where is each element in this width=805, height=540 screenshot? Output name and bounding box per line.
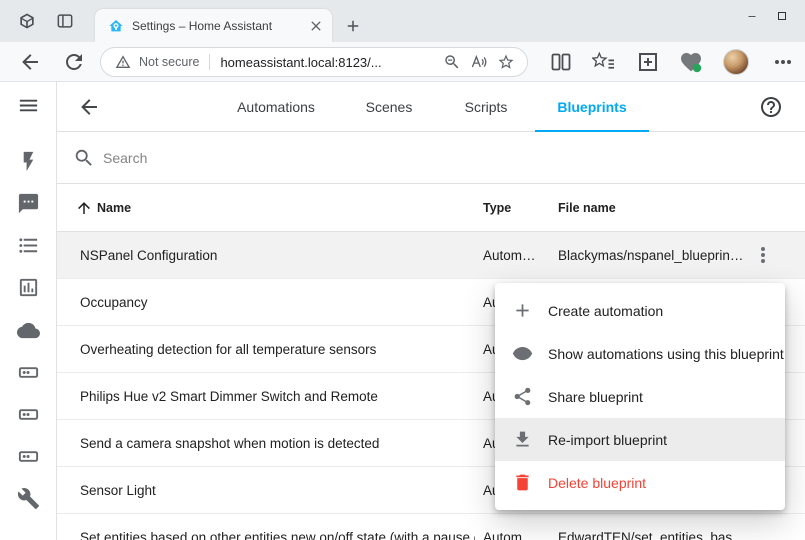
row-name: Set entities based on other entities new… <box>80 514 475 540</box>
not-secure-warning-icon <box>115 54 131 70</box>
browser-tab[interactable]: Settings – Home Assistant <box>95 9 332 42</box>
tab-actions-icon[interactable] <box>55 11 75 31</box>
security-label[interactable]: Not secure <box>139 55 199 69</box>
tab-scenes[interactable]: Scenes <box>366 82 413 132</box>
profile-avatar[interactable] <box>723 49 749 75</box>
menu-item-reimport-blueprint[interactable]: Re-import blueprint <box>495 418 785 461</box>
eye-icon <box>512 343 533 364</box>
tab-title: Settings – Home Assistant <box>132 19 308 33</box>
favorites-bar-icon[interactable] <box>592 50 616 74</box>
zoom-out-icon[interactable] <box>443 53 461 71</box>
menu-item-create-automation[interactable]: Create automation <box>495 289 785 332</box>
help-icon[interactable] <box>759 95 783 119</box>
ha-back-icon[interactable] <box>77 95 101 119</box>
menu-item-label: Re-import blueprint <box>548 432 667 448</box>
tab-close-icon[interactable] <box>308 18 324 34</box>
collections-icon[interactable] <box>636 50 660 74</box>
todo-list-icon[interactable] <box>17 234 40 257</box>
row-name: NSPanel Configuration <box>80 232 217 279</box>
search-input[interactable] <box>103 132 543 184</box>
addon-server-icon-3[interactable] <box>17 445 40 468</box>
address-bar[interactable]: Not secure homeassistant.local:8123/... <box>100 47 528 77</box>
tools-wrench-icon[interactable] <box>17 487 40 510</box>
menu-item-delete-blueprint[interactable]: Delete blueprint <box>495 461 785 504</box>
column-header-type[interactable]: Type <box>483 184 511 232</box>
back-icon[interactable] <box>18 50 42 74</box>
row-file: EdwardTEN/set_entities_bas… <box>558 514 746 540</box>
column-header-name[interactable]: Name <box>97 184 131 232</box>
row-overflow-menu-icon[interactable] <box>751 243 775 267</box>
home-assistant-favicon <box>108 18 124 34</box>
column-header-file[interactable]: File name <box>558 184 616 232</box>
row-type: Autom… <box>483 514 536 540</box>
row-name: Occupancy <box>80 279 148 326</box>
energy-icon[interactable] <box>17 150 40 173</box>
url-text[interactable]: homeassistant.local:8123/... <box>220 55 434 70</box>
workspaces-icon[interactable] <box>17 11 37 31</box>
import-icon <box>512 429 533 450</box>
row-name: Overheating detection for all temperatur… <box>80 326 376 373</box>
menu-item-label: Share blueprint <box>548 389 643 405</box>
search-icon <box>73 147 95 169</box>
screen: Settings – Home Assistant Not secure <box>0 0 805 540</box>
menu-item-share-blueprint[interactable]: Share blueprint <box>495 375 785 418</box>
browser-settings-icon[interactable] <box>771 50 795 74</box>
cloud-icon[interactable] <box>17 319 40 342</box>
tab-blueprints[interactable]: Blueprints <box>557 82 626 132</box>
tab-scripts[interactable]: Scripts <box>465 82 508 132</box>
window-minimize-button[interactable] <box>741 6 763 26</box>
row-type: Autom… <box>483 232 536 279</box>
window-maximize-button[interactable] <box>771 6 793 26</box>
table-row[interactable]: Set entities based on other entities new… <box>57 514 805 540</box>
home-assistant-app: Automations Scenes Scripts Blueprints Na… <box>0 82 805 540</box>
logbook-icon[interactable] <box>17 192 40 215</box>
sidebar-menu-icon[interactable] <box>17 94 40 117</box>
sort-ascending-icon[interactable] <box>75 199 93 217</box>
row-name: Sensor Light <box>80 467 156 514</box>
table-row[interactable]: NSPanel Configuration Autom… Blackymas/n… <box>57 232 805 279</box>
ha-sidebar <box>0 82 57 540</box>
row-name: Send a camera snapshot when motion is de… <box>80 420 379 467</box>
row-file: Blackymas/nspanel_blueprin… <box>558 232 743 279</box>
addon-server-icon-1[interactable] <box>17 361 40 384</box>
share-icon <box>512 386 533 407</box>
read-aloud-icon[interactable] <box>470 53 488 71</box>
blueprint-context-menu: Create automation Show automations using… <box>495 283 785 510</box>
menu-item-show-automations[interactable]: Show automations using this blueprint <box>495 332 785 375</box>
addon-server-icon-2[interactable] <box>17 403 40 426</box>
table-header: Name Type File name <box>57 184 805 232</box>
favorite-star-icon[interactable] <box>497 53 515 71</box>
browser-essentials-icon[interactable] <box>679 50 703 74</box>
address-divider <box>209 54 210 70</box>
row-name: Philips Hue v2 Smart Dimmer Switch and R… <box>80 373 378 420</box>
split-screen-icon[interactable] <box>549 50 573 74</box>
menu-item-label: Delete blueprint <box>548 475 646 491</box>
refresh-icon[interactable] <box>62 50 86 74</box>
tab-automations[interactable]: Automations <box>237 82 315 132</box>
search-row <box>57 132 805 184</box>
browser-toolbar: Not secure homeassistant.local:8123/... <box>0 42 805 82</box>
menu-item-label: Show automations using this blueprint <box>548 346 784 362</box>
new-tab-button[interactable] <box>344 17 362 35</box>
ha-header: Automations Scenes Scripts Blueprints <box>57 82 805 132</box>
history-icon[interactable] <box>17 276 40 299</box>
browser-tab-strip: Settings – Home Assistant <box>0 0 805 42</box>
delete-icon <box>512 472 533 493</box>
menu-item-label: Create automation <box>548 303 663 319</box>
plus-icon <box>512 300 533 321</box>
